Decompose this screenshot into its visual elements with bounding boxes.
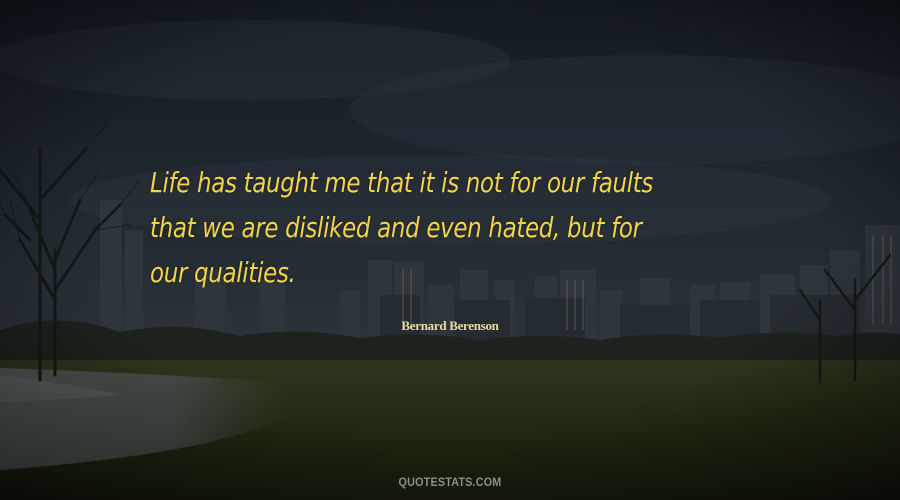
quote-image: Life has taught me that it is not for ou… bbox=[0, 0, 900, 500]
quote-text: Life has taught me that it is not for ou… bbox=[150, 160, 675, 295]
quote-author: Bernard Berenson bbox=[401, 318, 499, 333]
quote-line: our qualities. bbox=[150, 256, 296, 289]
quote-line: Life has taught me that it is not for ou… bbox=[150, 166, 654, 199]
quote-line: that we are disliked and even hated, but… bbox=[150, 211, 642, 244]
site-watermark: QUOTESTATS.COM bbox=[398, 475, 502, 489]
